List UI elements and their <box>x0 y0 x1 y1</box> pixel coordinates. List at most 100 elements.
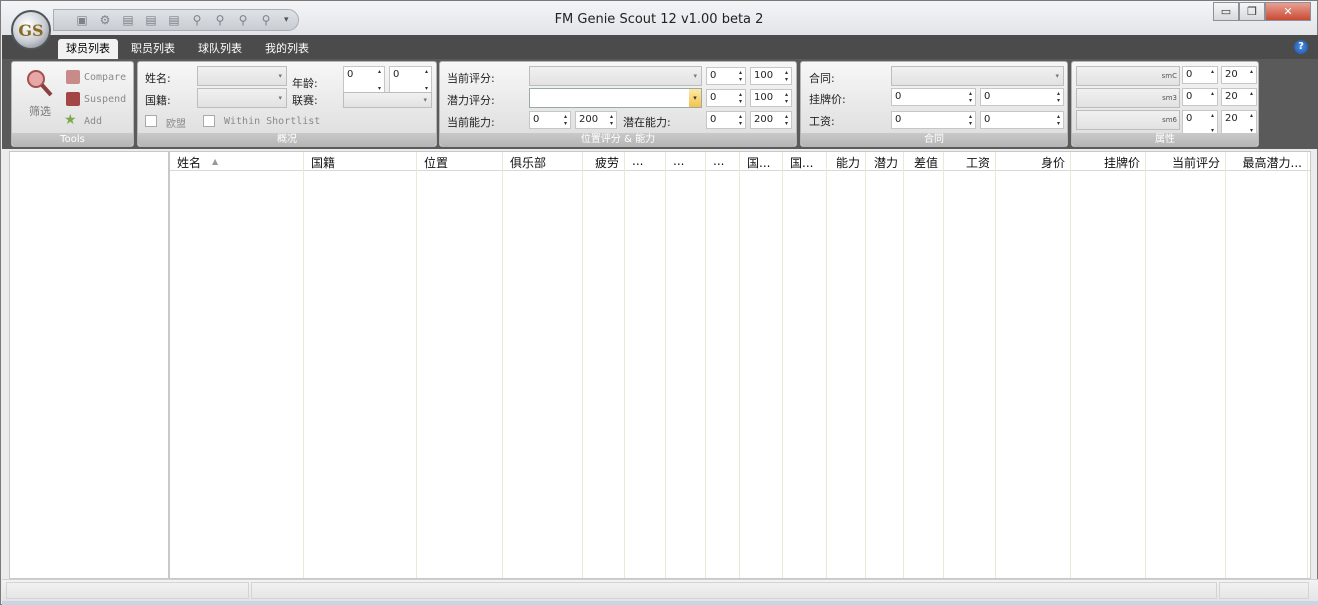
column-header[interactable]: 挂牌价 <box>1104 154 1140 171</box>
nation-label: 国籍: <box>145 94 171 107</box>
compare-button[interactable]: Compare <box>84 72 126 83</box>
grid-column <box>170 152 304 578</box>
name-label: 姓名: <box>145 72 171 85</box>
release-min[interactable]: 0 ▴ ▾ <box>891 88 976 106</box>
current-rating-max[interactable]: 100 ▴ ▾ <box>750 67 792 85</box>
attribute-2-max[interactable]: 20 ▴ <box>1221 88 1257 106</box>
potential-rating-max[interactable]: 100 ▴ ▾ <box>750 89 792 107</box>
attribute-field-1[interactable]: smC <box>1076 66 1180 86</box>
attribute-field-3[interactable]: sm6 <box>1076 110 1180 130</box>
attributes-group: smC 0 ▴ 20 ▴ sm3 0 ▴ 20 ▴ sm6 0 ▴ ▾ 20 ▴ ▾ 属性 <box>1071 61 1259 147</box>
help-icon[interactable]: ? <box>1294 40 1308 54</box>
league-label: 联赛: <box>292 94 318 107</box>
grid-column <box>866 152 904 578</box>
attribute-1-max[interactable]: 20 ▴ <box>1221 66 1257 84</box>
potential-ability-label: 潜在能力: <box>623 116 671 129</box>
filter-side-panel[interactable] <box>9 151 169 579</box>
potential-rating-min[interactable]: 0 ▴ ▾ <box>706 89 746 107</box>
attribute-1-min[interactable]: 0 ▴ <box>1182 66 1218 84</box>
grid-column <box>904 152 944 578</box>
age-max-spinner[interactable]: 0 ▴ ▾ <box>389 66 432 94</box>
eu-label: 欧盟 <box>166 119 186 130</box>
grid-column <box>706 152 740 578</box>
status-panel-right <box>1219 582 1309 599</box>
title-bar: ▣ ⚙ ▤ ▤ ▤ ⚲ ⚲ ⚲ ⚲ ▾ FM Genie Scout 12 v1… <box>1 1 1317 35</box>
wage-min[interactable]: 0 ▴ ▾ <box>891 111 976 129</box>
ribbon: 筛选 Compare Suspend ★ Add Tools 姓名: ▾ 国籍:… <box>2 59 1318 149</box>
tab-my-list[interactable]: 我的列表 <box>257 39 317 59</box>
column-header[interactable]: 最高潜力... <box>1243 154 1302 171</box>
name-combo[interactable]: ▾ <box>197 66 287 86</box>
column-header[interactable]: 工资 <box>966 154 990 171</box>
minimize-button[interactable]: ▭ <box>1213 2 1239 21</box>
current-rating-combo[interactable]: ▾ <box>529 66 702 86</box>
tools-caption: Tools <box>12 133 133 146</box>
age-min-spinner[interactable]: 0 ▴ ▾ <box>343 66 385 94</box>
current-ability-max[interactable]: 200 ▴ ▾ <box>575 111 617 129</box>
sort-ascending-icon: ▲ <box>212 157 219 166</box>
player-grid[interactable]: 姓名 国籍 位置 俱乐部 疲劳......... 国... 国... 能力 潜力 差值 工资 身价 挂牌… <box>169 151 1311 579</box>
potential-ability-max[interactable]: 200 ▴ ▾ <box>750 111 792 129</box>
position-caption: 位置评分 & 能力 <box>440 133 796 146</box>
ribbon-tabs: 球员列表 职员列表 球队列表 我的列表 ? <box>2 35 1318 59</box>
tab-player-list[interactable]: 球员列表 <box>58 39 118 59</box>
column-header[interactable]: 当前评分 <box>1172 154 1220 171</box>
wage-max[interactable]: 0 ▴ ▾ <box>980 111 1064 129</box>
column-header[interactable]: ... <box>632 154 643 168</box>
tab-team-list[interactable]: 球队列表 <box>190 39 250 59</box>
attribute-2-min[interactable]: 0 ▴ <box>1182 88 1218 106</box>
column-header[interactable]: 身价 <box>1041 154 1065 171</box>
add-button[interactable]: Add <box>84 116 102 127</box>
column-header[interactable]: 姓名 <box>177 154 201 171</box>
grid-column <box>1146 152 1226 578</box>
column-header[interactable]: ... <box>673 154 684 168</box>
tools-group: 筛选 Compare Suspend ★ Add Tools <box>11 61 134 147</box>
potential-ability-min[interactable]: 0 ▴ ▾ <box>706 111 746 129</box>
nation-combo[interactable]: ▾ <box>197 88 287 108</box>
potential-rating-combo[interactable]: ▾ <box>529 88 702 108</box>
current-rating-label: 当前评分: <box>447 72 495 85</box>
column-header[interactable]: 国籍 <box>311 154 335 171</box>
current-ability-min[interactable]: 0 ▴ ▾ <box>529 111 571 129</box>
grid-column <box>783 152 827 578</box>
grid-column <box>666 152 706 578</box>
filter-button[interactable]: 筛选 <box>29 103 51 119</box>
close-button[interactable]: ✕ <box>1265 2 1311 21</box>
contract-group: 合同: ▾ 挂牌价: 0 ▴ ▾ 0 ▴ ▾ 工资: 0 ▴ ▾ 0 ▴ ▾ 合同 <box>800 61 1068 147</box>
potential-rating-label: 潜力评分: <box>447 94 495 107</box>
app-logo-button[interactable]: GS <box>11 10 51 50</box>
attributes-caption: 属性 <box>1072 133 1258 146</box>
suspend-button[interactable]: Suspend <box>84 94 126 105</box>
column-header[interactable]: 国... <box>790 154 813 171</box>
maximize-button[interactable]: ❐ <box>1239 2 1265 21</box>
column-header[interactable]: 俱乐部 <box>510 154 546 171</box>
grid-column <box>503 152 583 578</box>
release-max[interactable]: 0 ▴ ▾ <box>980 88 1064 106</box>
attribute-field-2[interactable]: sm3 <box>1076 88 1180 108</box>
column-header[interactable]: ... <box>713 154 724 168</box>
contract-label: 合同: <box>809 72 835 85</box>
shortlist-label: Within Shortlist <box>224 116 321 127</box>
column-header[interactable]: 能力 <box>836 154 860 171</box>
shortlist-checkbox[interactable] <box>203 115 215 127</box>
release-label: 挂牌价: <box>809 93 846 106</box>
status-panel-left <box>6 582 249 599</box>
overview-group: 姓名: ▾ 国籍: ▾ 年龄: 0 ▴ ▾ 0 ▴ ▾ 联赛: ▾ 欧盟 Within … <box>137 61 437 147</box>
column-header[interactable]: 国... <box>747 154 770 171</box>
eu-checkbox[interactable] <box>145 115 157 127</box>
current-rating-min[interactable]: 0 ▴ ▾ <box>706 67 746 85</box>
contract-combo[interactable]: ▾ <box>891 66 1064 86</box>
league-combo[interactable]: ▾ <box>343 92 432 108</box>
column-header[interactable]: 位置 <box>424 154 448 171</box>
window-title: FM Genie Scout 12 v1.00 beta 2 <box>554 12 764 27</box>
app-window: ▣ ⚙ ▤ ▤ ▤ ⚲ ⚲ ⚲ ⚲ ▾ FM Genie Scout 12 v1… <box>0 0 1318 605</box>
tab-staff-list[interactable]: 职员列表 <box>123 39 183 59</box>
column-header[interactable]: 潜力 <box>874 154 898 171</box>
wage-label: 工资: <box>809 115 835 128</box>
grid-column <box>304 152 417 578</box>
column-header[interactable]: 差值 <box>914 154 938 171</box>
contract-caption: 合同 <box>801 133 1067 146</box>
current-ability-label: 当前能力: <box>447 116 495 129</box>
add-star-icon: ★ <box>64 112 77 128</box>
column-header[interactable]: 疲劳 <box>595 154 619 171</box>
